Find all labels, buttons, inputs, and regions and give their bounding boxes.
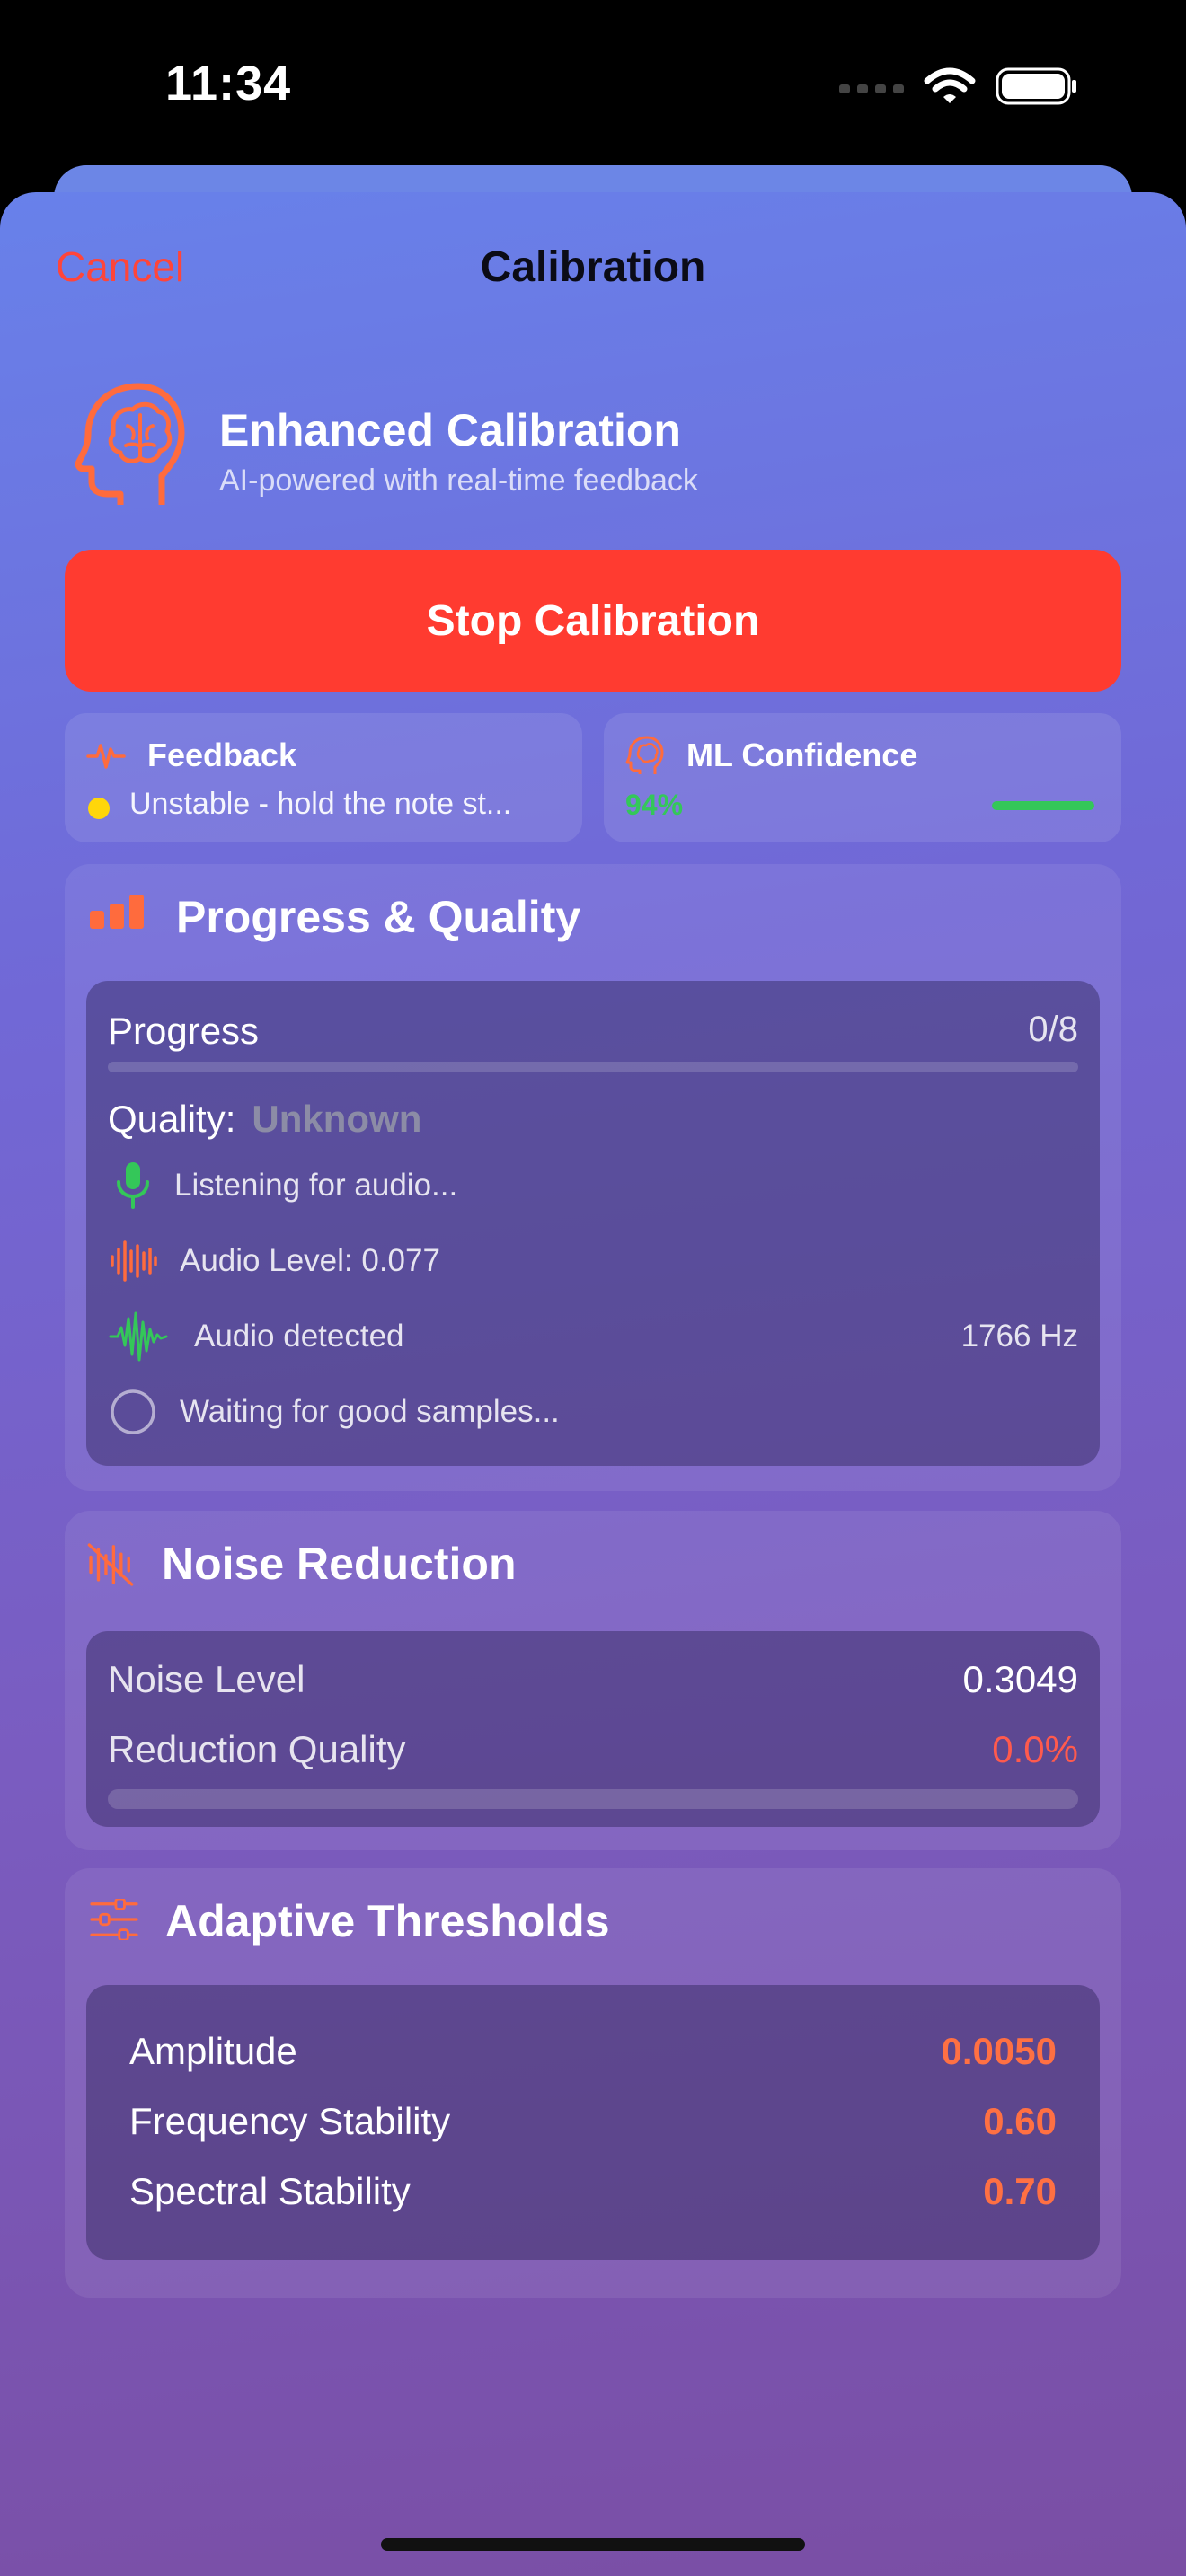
threshold-value: 0.0050 bbox=[941, 2030, 1057, 2072]
ml-confidence-bar bbox=[992, 801, 1094, 810]
noise-level-row: Noise Level 0.3049 bbox=[108, 1653, 1078, 1707]
feedback-card: Feedback Unstable - hold the note st... bbox=[65, 713, 582, 842]
home-indicator[interactable] bbox=[381, 2538, 805, 2551]
progress-bar bbox=[108, 1062, 1078, 1072]
noise-panel: Noise Level 0.3049 Reduction Quality 0.0… bbox=[86, 1631, 1100, 1827]
stop-calibration-button[interactable]: Stop Calibration bbox=[65, 550, 1121, 692]
sliders-icon bbox=[90, 1899, 138, 1940]
battery-icon bbox=[996, 67, 1076, 105]
thresholds-panel: Amplitude 0.0050 Frequency Stability 0.6… bbox=[86, 1985, 1100, 2260]
waveform-icon bbox=[108, 1236, 158, 1286]
reduction-quality-label: Reduction Quality bbox=[108, 1728, 406, 1770]
progress-quality-title: Progress & Quality bbox=[176, 892, 581, 942]
nav-bar: Cancel Calibration bbox=[0, 192, 1186, 345]
status-row: Audio Level: 0.077 bbox=[108, 1232, 1078, 1290]
reduction-quality-value: 0.0% bbox=[992, 1728, 1078, 1770]
waveform-slash-icon bbox=[87, 1543, 134, 1586]
status-bar: 11:34 bbox=[0, 0, 1186, 171]
progress-label: Progress bbox=[108, 1010, 260, 1052]
noise-level-label: Noise Level bbox=[108, 1658, 305, 1700]
quality-row: Quality: Unknown bbox=[108, 1098, 421, 1141]
ml-confidence-value: 94% bbox=[625, 789, 684, 821]
brain-head-icon bbox=[75, 383, 185, 505]
reduction-quality-row: Reduction Quality 0.0% bbox=[108, 1723, 1078, 1777]
threshold-label: Frequency Stability bbox=[129, 2100, 451, 2142]
threshold-row: Spectral Stability 0.70 bbox=[129, 2165, 1057, 2219]
waveform-pulse-icon bbox=[86, 744, 126, 769]
adaptive-thresholds-title: Adaptive Thresholds bbox=[165, 1896, 610, 1946]
progress-quality-section: Progress & Quality Progress 0/8 Quality:… bbox=[65, 864, 1121, 1491]
status-time: 11:34 bbox=[165, 57, 292, 110]
waveform-path-icon bbox=[108, 1311, 169, 1362]
feedback-message: Unstable - hold the note st... bbox=[129, 787, 512, 821]
status-icons bbox=[839, 66, 1078, 106]
status-row: Listening for audio... bbox=[108, 1157, 1078, 1214]
threshold-value: 0.60 bbox=[983, 2100, 1057, 2142]
ml-confidence-card: ML Confidence 94% bbox=[604, 713, 1121, 842]
brain-head-icon bbox=[625, 736, 664, 774]
quality-label: Quality: bbox=[108, 1098, 236, 1140]
progress-count: 0/8 bbox=[1028, 1010, 1078, 1049]
hero-title: Enhanced Calibration bbox=[219, 405, 681, 455]
noise-reduction-title: Noise Reduction bbox=[162, 1539, 517, 1589]
threshold-row: Frequency Stability 0.60 bbox=[129, 2095, 1057, 2148]
mic-icon bbox=[108, 1160, 158, 1211]
circle-icon bbox=[108, 1387, 158, 1437]
hero-header: Enhanced Calibration AI-powered with rea… bbox=[75, 379, 1118, 514]
noise-reduction-section: Noise Reduction Noise Level 0.3049 Reduc… bbox=[65, 1511, 1121, 1850]
chart-bar-icon bbox=[90, 895, 144, 929]
signal-icon bbox=[839, 84, 904, 93]
status-row-text: Audio Level: 0.077 bbox=[180, 1243, 440, 1278]
status-row-text: Waiting for good samples... bbox=[180, 1394, 560, 1429]
wifi-icon bbox=[924, 67, 976, 103]
frequency-readout: 1766 Hz bbox=[960, 1319, 1078, 1354]
reduction-quality-bar bbox=[108, 1789, 1078, 1809]
page-title: Calibration bbox=[480, 243, 706, 291]
status-row: Waiting for good samples... bbox=[108, 1383, 1078, 1441]
hero-subtitle: AI-powered with real-time feedback bbox=[219, 463, 698, 498]
ml-confidence-title: ML Confidence bbox=[686, 737, 918, 773]
noise-level-value: 0.3049 bbox=[962, 1658, 1078, 1700]
adaptive-thresholds-section: Adaptive Thresholds Amplitude 0.0050 Fre… bbox=[65, 1868, 1121, 2298]
progress-panel: Progress 0/8 Quality: Unknown Listening f… bbox=[86, 981, 1100, 1466]
feedback-title: Feedback bbox=[147, 737, 297, 773]
threshold-label: Spectral Stability bbox=[129, 2170, 411, 2212]
quality-value: Unknown bbox=[252, 1098, 422, 1140]
status-row-text: Listening for audio... bbox=[174, 1168, 458, 1203]
status-row-text: Audio detected bbox=[194, 1319, 404, 1354]
threshold-value: 0.70 bbox=[983, 2170, 1057, 2212]
threshold-label: Amplitude bbox=[129, 2030, 297, 2072]
calibration-sheet: Cancel Calibration Enhanced Calibration … bbox=[0, 192, 1186, 2576]
threshold-row: Amplitude 0.0050 bbox=[129, 2025, 1057, 2078]
status-row: Audio detected 1766 Hz bbox=[108, 1308, 1078, 1365]
feedback-status-dot bbox=[88, 798, 110, 819]
